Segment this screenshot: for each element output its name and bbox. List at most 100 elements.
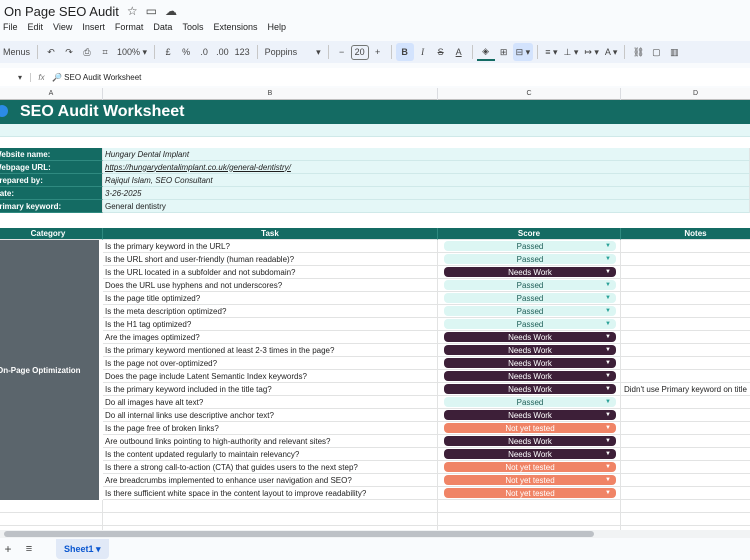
- undo-icon[interactable]: ↶: [42, 43, 60, 61]
- empty-cell[interactable]: [0, 513, 103, 526]
- info-value[interactable]: Rajiqul Islam, SEO Consultant: [103, 174, 750, 187]
- text-color-button[interactable]: A: [450, 43, 468, 61]
- notes-cell[interactable]: [621, 474, 750, 487]
- decrease-decimal-button[interactable]: .0: [195, 43, 213, 61]
- score-dropdown[interactable]: Passed ▼: [444, 306, 616, 316]
- score-dropdown[interactable]: Needs Work ▼: [444, 345, 616, 355]
- percent-format-button[interactable]: %: [177, 43, 195, 61]
- notes-cell[interactable]: [621, 253, 750, 266]
- notes-cell[interactable]: [621, 396, 750, 409]
- all-sheets-icon[interactable]: ≡: [16, 543, 42, 555]
- bold-button[interactable]: B: [395, 43, 414, 61]
- score-dropdown[interactable]: Needs Work ▼: [444, 267, 616, 277]
- info-label[interactable]: Prepared by:: [0, 174, 103, 187]
- sheet-grid[interactable]: SEO Audit Worksheet Website name:Hungary…: [0, 100, 750, 538]
- horizontal-scrollbar[interactable]: [0, 530, 750, 538]
- borders-icon[interactable]: ⊞: [495, 43, 513, 61]
- add-sheet-icon[interactable]: +: [0, 542, 16, 556]
- task-cell[interactable]: Are outbound links pointing to high-auth…: [103, 435, 438, 448]
- document-title[interactable]: On Page SEO Audit: [0, 4, 119, 19]
- score-dropdown[interactable]: Needs Work ▼: [444, 449, 616, 459]
- empty-cell[interactable]: [103, 500, 438, 513]
- formula-input[interactable]: 🔎 SEO Audit Worksheet: [52, 73, 141, 82]
- notes-cell[interactable]: [621, 409, 750, 422]
- task-cell[interactable]: Is the primary keyword included in the t…: [103, 383, 438, 396]
- score-dropdown[interactable]: Not yet tested ▼: [444, 462, 616, 472]
- task-cell[interactable]: Is the URL short and user-friendly (huma…: [103, 253, 438, 266]
- font-select[interactable]: Poppins ▾: [262, 43, 324, 61]
- comment-icon[interactable]: ▢: [647, 43, 665, 61]
- task-cell[interactable]: Does the URL use hyphens and not undersc…: [103, 279, 438, 292]
- score-dropdown[interactable]: Needs Work ▼: [444, 436, 616, 446]
- move-folder-icon[interactable]: ▭: [146, 4, 157, 18]
- info-value[interactable]: 3-26-2025: [103, 187, 750, 200]
- column-header-b[interactable]: B: [103, 88, 438, 100]
- score-dropdown[interactable]: Passed ▼: [444, 397, 616, 407]
- link-icon[interactable]: ⛓: [629, 43, 647, 61]
- notes-cell[interactable]: [621, 331, 750, 344]
- score-dropdown[interactable]: Passed ▼: [444, 319, 616, 329]
- task-cell[interactable]: Is the primary keyword in the URL?: [103, 240, 438, 253]
- task-cell[interactable]: Is the page title optimized?: [103, 292, 438, 305]
- currency-format-button[interactable]: £: [159, 43, 177, 61]
- info-value[interactable]: Hungary Dental Implant: [103, 148, 750, 161]
- cloud-status-icon[interactable]: ☁: [165, 4, 177, 18]
- score-dropdown[interactable]: Not yet tested ▼: [444, 488, 616, 498]
- menu-format[interactable]: Format: [115, 22, 144, 36]
- task-cell[interactable]: Are breadcrumbs implemented to enhance u…: [103, 474, 438, 487]
- fill-color-icon[interactable]: ◈: [476, 43, 495, 61]
- info-label[interactable]: Primary keyword:: [0, 200, 103, 213]
- info-label[interactable]: Website name:: [0, 148, 103, 161]
- merge-cells-icon[interactable]: ⊟ ▾: [512, 43, 534, 61]
- name-box[interactable]: ▾: [0, 73, 30, 82]
- score-dropdown[interactable]: Passed ▼: [444, 293, 616, 303]
- menu-edit[interactable]: Edit: [28, 22, 44, 36]
- notes-cell[interactable]: [621, 357, 750, 370]
- task-cell[interactable]: Is the URL located in a subfolder and no…: [103, 266, 438, 279]
- score-dropdown[interactable]: Needs Work ▼: [444, 384, 616, 394]
- score-dropdown[interactable]: Passed ▼: [444, 254, 616, 264]
- notes-cell[interactable]: [621, 422, 750, 435]
- score-dropdown[interactable]: Passed ▼: [444, 280, 616, 290]
- increase-font-size-button[interactable]: +: [369, 43, 387, 61]
- score-dropdown[interactable]: Needs Work ▼: [444, 358, 616, 368]
- vertical-align-icon[interactable]: ⊥ ▾: [560, 43, 581, 61]
- task-cell[interactable]: Is the H1 tag optimized?: [103, 318, 438, 331]
- redo-icon[interactable]: ↷: [60, 43, 78, 61]
- empty-cell[interactable]: [438, 513, 621, 526]
- chart-icon[interactable]: ▥: [665, 43, 683, 61]
- header-task[interactable]: Task: [103, 228, 438, 240]
- task-cell[interactable]: Is the content updated regularly to main…: [103, 448, 438, 461]
- notes-cell[interactable]: [621, 240, 750, 253]
- notes-cell[interactable]: [621, 318, 750, 331]
- menu-view[interactable]: View: [53, 22, 72, 36]
- paint-format-icon[interactable]: ⌗: [96, 43, 114, 61]
- notes-cell[interactable]: [621, 370, 750, 383]
- column-header-c[interactable]: C: [438, 88, 621, 100]
- notes-cell[interactable]: [621, 305, 750, 318]
- header-category[interactable]: Category: [0, 228, 103, 240]
- task-cell[interactable]: Are the images optimized?: [103, 331, 438, 344]
- header-notes[interactable]: Notes: [621, 228, 750, 240]
- zoom-select[interactable]: 100% ▾: [114, 43, 150, 61]
- info-value[interactable]: General dentistry: [103, 200, 750, 213]
- score-dropdown[interactable]: Needs Work ▼: [444, 371, 616, 381]
- scrollbar-thumb[interactable]: [4, 531, 594, 537]
- menu-insert[interactable]: Insert: [82, 22, 105, 36]
- column-header-d[interactable]: D: [621, 88, 750, 100]
- sheet-tab[interactable]: Sheet1 ▾: [56, 539, 109, 559]
- notes-cell[interactable]: [621, 487, 750, 500]
- task-cell[interactable]: Is the primary keyword mentioned at leas…: [103, 344, 438, 357]
- score-dropdown[interactable]: Not yet tested ▼: [444, 423, 616, 433]
- task-cell[interactable]: Is the page not over-optimized?: [103, 357, 438, 370]
- task-cell[interactable]: Is there a strong call-to-action (CTA) t…: [103, 461, 438, 474]
- notes-cell[interactable]: Didn't use Primary keyword on title: [621, 383, 750, 396]
- column-header-a[interactable]: A: [0, 88, 103, 100]
- task-cell[interactable]: Do all internal links use descriptive an…: [103, 409, 438, 422]
- notes-cell[interactable]: [621, 266, 750, 279]
- notes-cell[interactable]: [621, 344, 750, 357]
- header-score[interactable]: Score: [438, 228, 621, 240]
- notes-cell[interactable]: [621, 292, 750, 305]
- empty-cell[interactable]: [0, 500, 103, 513]
- task-cell[interactable]: Is there sufficient white space in the c…: [103, 487, 438, 500]
